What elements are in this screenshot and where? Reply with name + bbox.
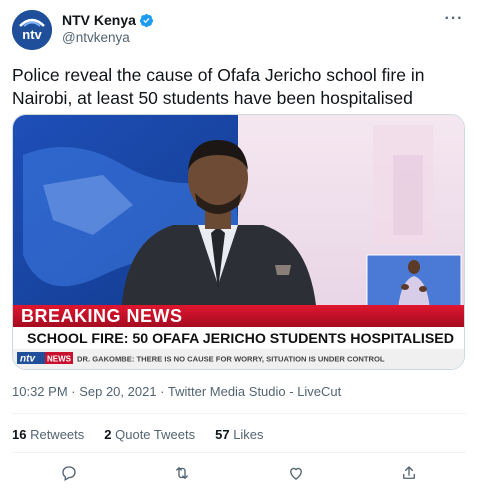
engagement-stats: 16 Retweets 2 Quote Tweets 57 Likes: [12, 427, 264, 442]
account-handle[interactable]: @ntvkenya: [62, 30, 154, 45]
tweet-text: Police reveal the cause of Ofafa Jericho…: [12, 65, 425, 108]
more-options-icon[interactable]: ···: [442, 11, 466, 32]
tweet-timestamp-source[interactable]: 10:32 PM · Sep 20, 2021 · Twitter Media …: [12, 384, 341, 399]
verified-badge-icon: [139, 13, 153, 27]
account-names: NTV Kenya @ntvkenya: [62, 12, 154, 45]
retweet-icon[interactable]: [171, 462, 193, 484]
tweet-actions: [12, 462, 466, 486]
divider: [12, 413, 466, 414]
avatar[interactable]: ntv: [12, 10, 52, 50]
retweets-label: Retweets: [26, 427, 85, 442]
divider: [12, 452, 466, 453]
ticker-brand: ntv: [20, 354, 36, 365]
ticker-text: DR. GAKOMBE: THERE IS NO CAUSE FOR WORRY…: [77, 355, 385, 364]
likes-count: 57: [215, 427, 230, 442]
retweets-stat[interactable]: 16 Retweets: [12, 427, 84, 442]
tweet-header: ntv NTV Kenya @ntvkenya ···: [12, 8, 466, 52]
likes-label: Likes: [229, 427, 264, 442]
sign-language-inset: [366, 254, 462, 310]
breaking-news-label: BREAKING NEWS: [21, 306, 183, 326]
likes-stat[interactable]: 57 Likes: [215, 427, 263, 442]
share-icon[interactable]: [398, 462, 420, 484]
avatar-logo-text: ntv: [22, 27, 42, 42]
quote-tweets-label: Quote Tweets: [111, 427, 196, 442]
ticker-news: NEWS: [47, 355, 72, 364]
retweets-count: 16: [12, 427, 27, 442]
quote-tweets-count: 2: [104, 427, 112, 442]
video-player[interactable]: BREAKING NEWS SCHOOL FIRE: 50 OFAFA JERI…: [12, 114, 465, 370]
reply-icon[interactable]: [58, 462, 80, 484]
video-headline: SCHOOL FIRE: 50 OFAFA JERICHO STUDENTS H…: [27, 331, 454, 347]
quote-tweets-stat[interactable]: 2 Quote Tweets: [104, 427, 195, 442]
display-name[interactable]: NTV Kenya: [62, 12, 136, 28]
like-icon[interactable]: [285, 462, 307, 484]
